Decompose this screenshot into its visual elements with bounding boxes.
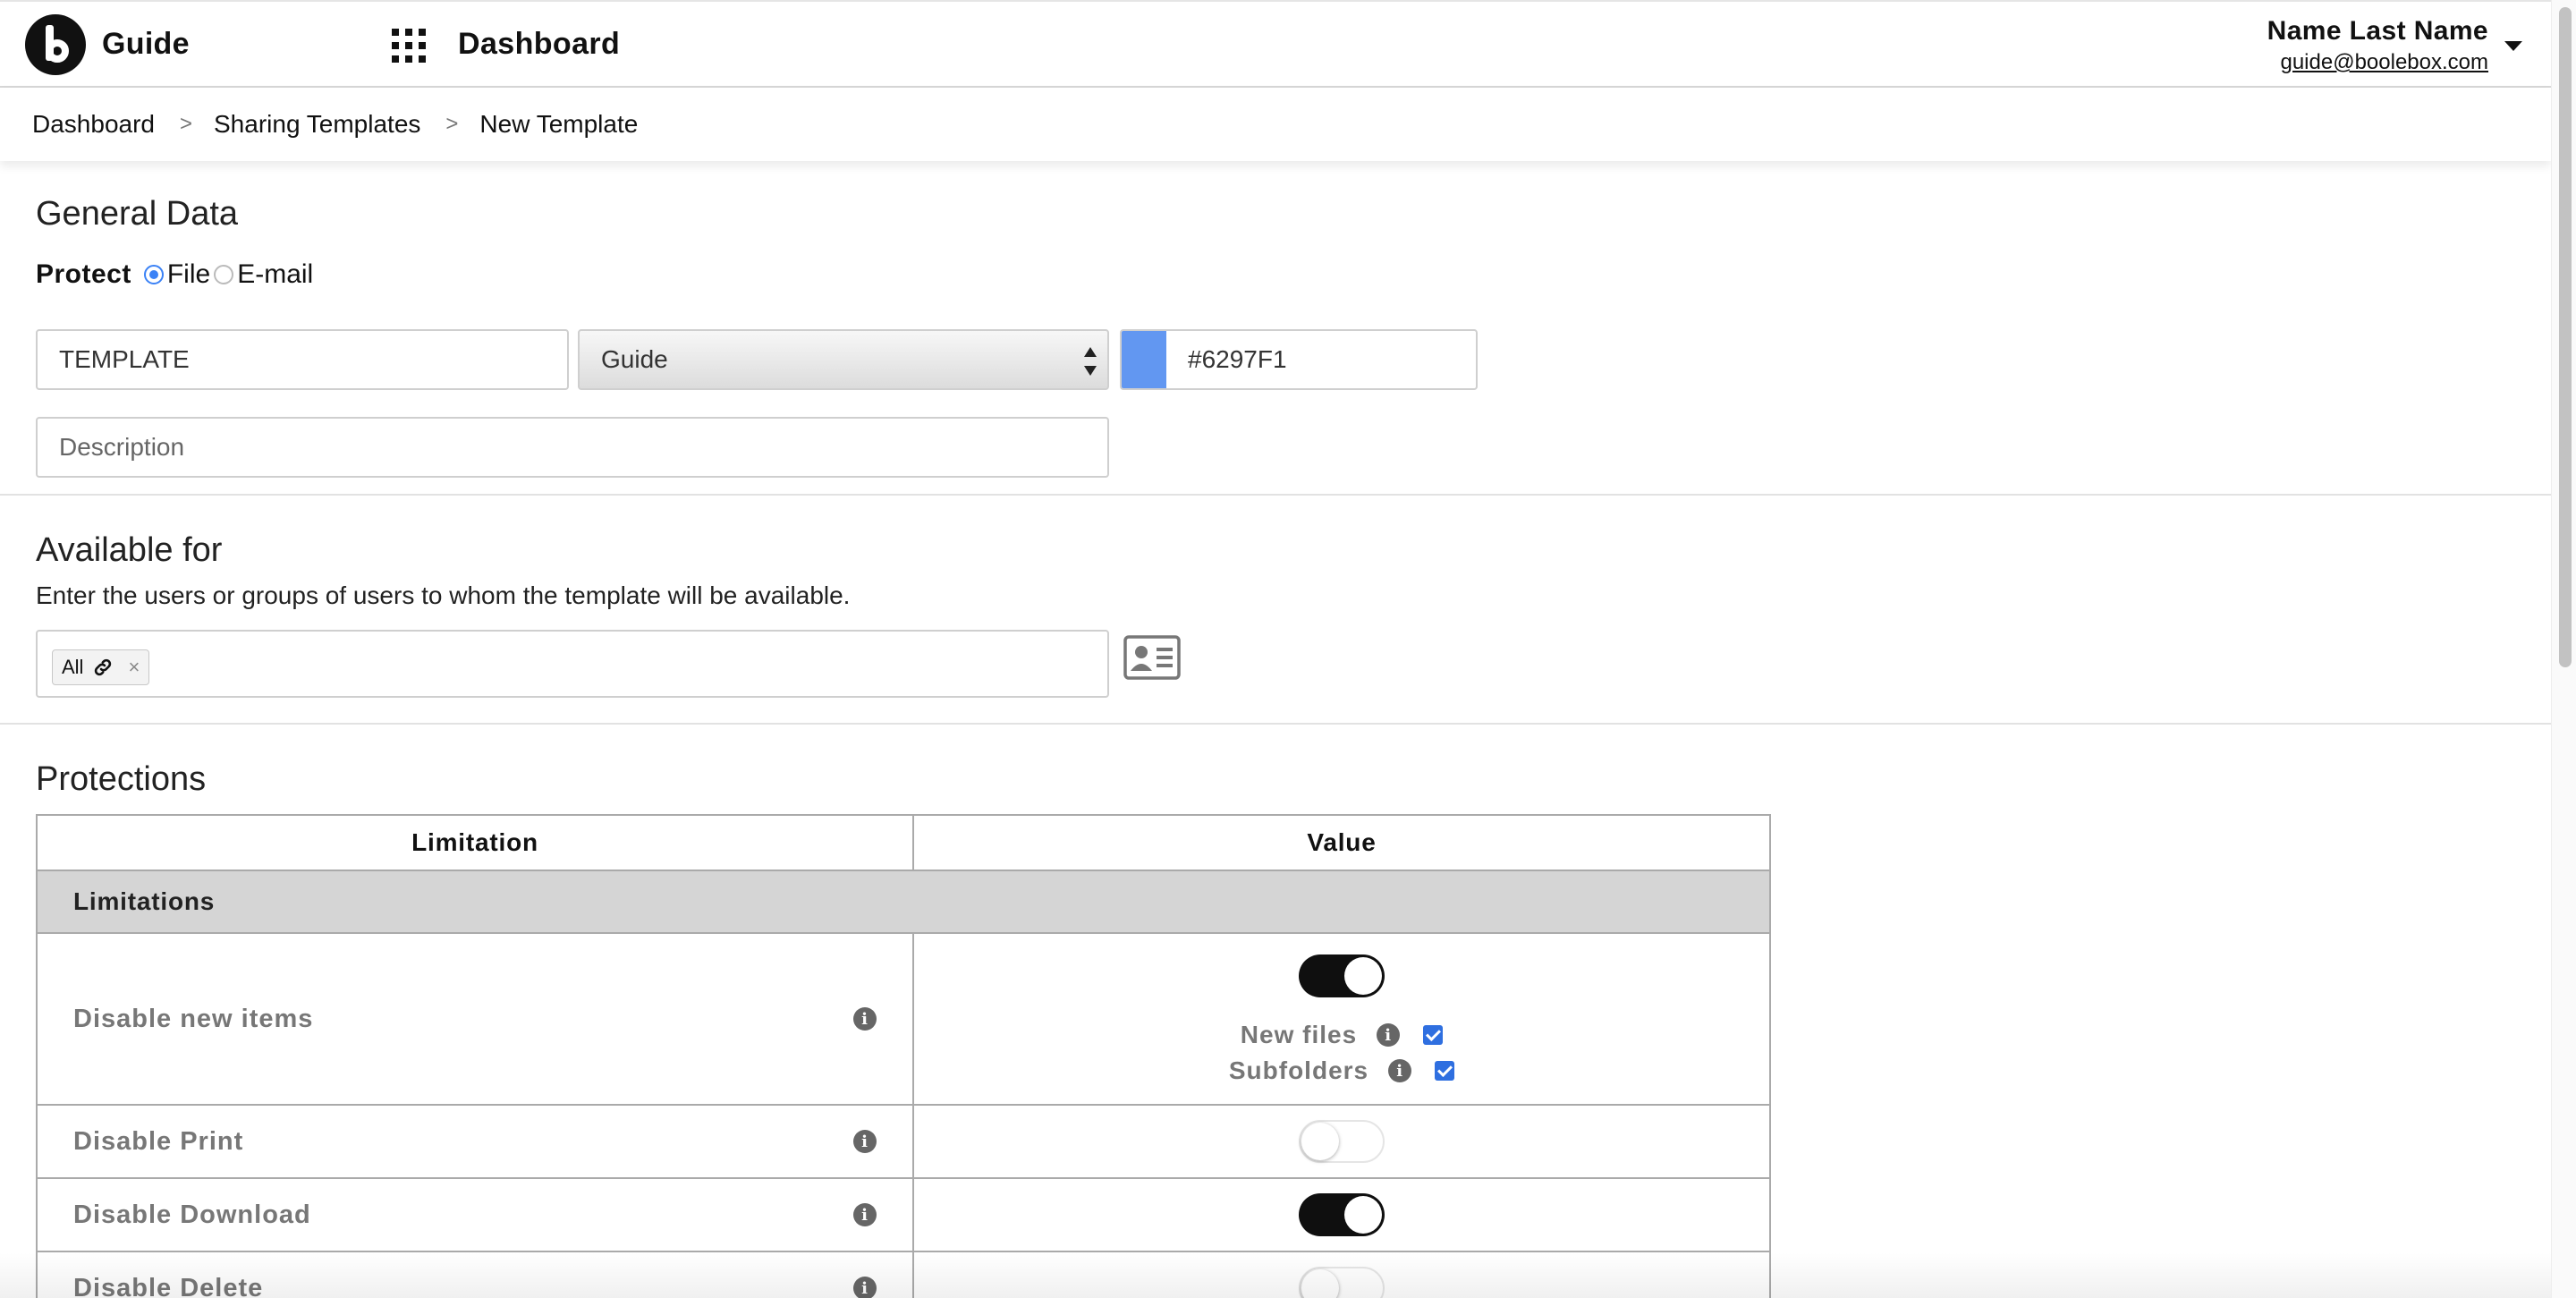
color-swatch[interactable] <box>1122 331 1166 388</box>
protect-label: Protect <box>36 259 131 289</box>
tag-remove-icon[interactable]: × <box>128 656 140 679</box>
template-name-input[interactable]: TEMPLATE <box>36 329 569 390</box>
disable-print-toggle[interactable] <box>1299 1120 1385 1163</box>
protections-heading: Protections <box>36 760 207 798</box>
app-name[interactable]: Guide <box>102 27 190 62</box>
new-files-checkbox[interactable] <box>1423 1025 1444 1045</box>
row-label: Disable new items <box>73 1004 314 1033</box>
protect-email-radio[interactable] <box>214 265 234 284</box>
breadcrumb-item-dashboard[interactable]: Dashboard <box>32 110 155 139</box>
table-row: Disable Download i <box>38 1179 1769 1252</box>
user-name[interactable]: Name Last Name <box>2267 16 2488 47</box>
disable-download-toggle[interactable] <box>1299 1193 1385 1236</box>
subfolders-option: Subfolders i <box>1228 1056 1455 1085</box>
breadcrumb-separator: > <box>445 112 459 136</box>
subfolders-label: Subfolders <box>1228 1056 1369 1084</box>
workspace-select-value: Guide <box>601 345 668 373</box>
table-row: Disable Delete i <box>38 1252 1769 1298</box>
new-files-label: New files <box>1240 1021 1358 1048</box>
tag-label: All <box>62 656 84 678</box>
new-items-options: New files i Subfolders i <box>1228 1021 1455 1085</box>
available-for-description: Enter the users or groups of users to wh… <box>36 581 851 609</box>
protect-file-label[interactable]: File <box>167 259 210 290</box>
breadcrumb-separator: > <box>179 112 192 136</box>
info-icon[interactable]: i <box>853 1277 877 1298</box>
apps-grid-icon[interactable] <box>392 29 429 66</box>
info-icon[interactable]: i <box>1388 1059 1412 1082</box>
tag-all[interactable]: All × <box>52 649 150 685</box>
protect-email-label[interactable]: E-mail <box>237 259 313 290</box>
template-name-value: TEMPLATE <box>59 345 190 373</box>
contact-card-icon[interactable] <box>1123 635 1181 680</box>
description-placeholder: Description <box>59 433 185 461</box>
select-arrows-icon <box>1084 347 1097 376</box>
color-value: #6297F1 <box>1188 345 1287 373</box>
table-row: Disable new items i New files i Subfolde… <box>38 934 1769 1106</box>
section-divider <box>0 723 2551 725</box>
column-header-value: Value <box>1307 828 1377 856</box>
protections-table: Limitation Value Limitations Disable new… <box>36 814 1771 1298</box>
caret-down-icon[interactable] <box>2504 41 2522 51</box>
user-menu[interactable]: Name Last Name guide@boolebox.com <box>2267 16 2488 75</box>
row-label: Disable Download <box>73 1200 311 1229</box>
general-data-heading: General Data <box>36 195 239 233</box>
vertical-scrollbar[interactable] <box>2551 0 2576 1298</box>
row-label: Disable Print <box>73 1126 244 1156</box>
column-header-limitation: Limitation <box>38 816 914 870</box>
protect-file-radio[interactable] <box>143 265 164 284</box>
new-files-option: New files i <box>1240 1021 1444 1049</box>
description-input[interactable]: Description <box>36 417 1109 478</box>
page-title: Dashboard <box>458 27 621 61</box>
user-email-link[interactable]: guide@boolebox.com <box>2267 50 2488 75</box>
disable-delete-toggle[interactable] <box>1299 1267 1385 1298</box>
info-icon[interactable]: i <box>1377 1023 1401 1047</box>
users-tag-input[interactable]: All × <box>36 630 1109 698</box>
protect-selector: Protect File E-mail <box>36 259 313 290</box>
section-divider <box>0 494 2551 496</box>
disable-new-items-toggle[interactable] <box>1299 954 1385 997</box>
breadcrumb: Dashboard > Sharing Templates > New Temp… <box>0 88 2551 161</box>
table-row: Disable Print i <box>38 1106 1769 1179</box>
row-label: Disable Delete <box>73 1273 264 1298</box>
table-header: Limitation Value <box>38 816 1769 871</box>
breadcrumb-item-new-template: New Template <box>479 110 639 138</box>
info-icon[interactable]: i <box>853 1130 877 1153</box>
available-for-heading: Available for <box>36 531 223 569</box>
top-bar: Guide Dashboard Name Last Name guide@boo… <box>0 0 2551 88</box>
breadcrumb-item-sharing-templates[interactable]: Sharing Templates <box>214 110 420 139</box>
table-group-limitations: Limitations <box>38 871 1769 934</box>
info-icon[interactable]: i <box>853 1203 877 1226</box>
workspace-select[interactable]: Guide <box>578 329 1109 390</box>
scrollbar-thumb[interactable] <box>2559 7 2572 667</box>
info-icon[interactable]: i <box>853 1007 877 1031</box>
boolebox-logo-icon[interactable] <box>25 14 86 75</box>
color-input[interactable]: #6297F1 <box>1120 329 1478 390</box>
link-icon <box>92 657 114 678</box>
subfolders-checkbox[interactable] <box>1435 1061 1455 1081</box>
